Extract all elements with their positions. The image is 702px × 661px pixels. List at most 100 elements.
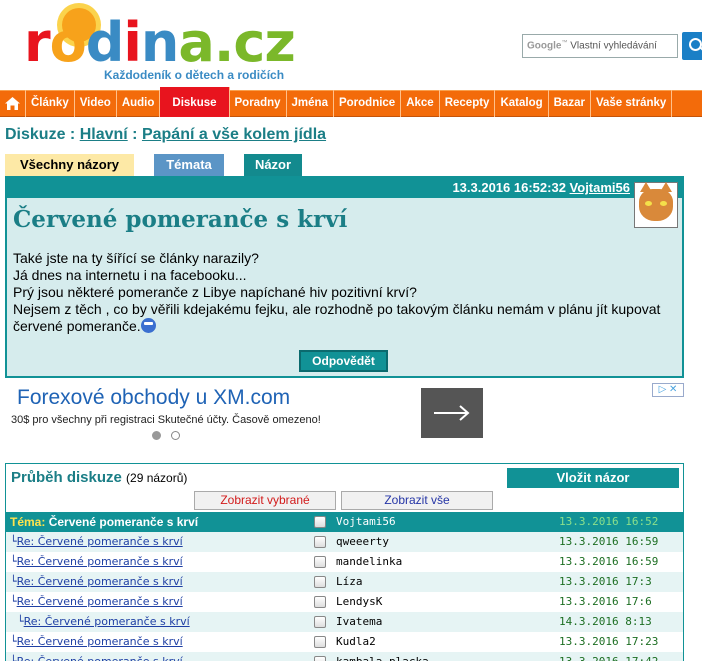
nav-item-akce[interactable]: Akce [401,90,440,117]
smiley-icon [140,318,156,333]
thread-line: └ [10,635,17,648]
reply-link[interactable]: Re: Červené pomeranče s krví [17,555,183,568]
nav-item-recepty[interactable]: Recepty [440,90,496,117]
site-tagline: Každodeník o dětech a rodičích [104,68,285,82]
post-line: Prý jsou některé pomeranče z Libye napíc… [13,284,417,300]
nav-item-video[interactable]: Video [75,90,117,117]
reply-link[interactable]: Re: Červené pomeranče s krví [17,575,183,588]
ad-subtitle: 30$ pro všechny při registraci Skutečné … [11,414,321,426]
nav-item-bazar[interactable]: Bazar [549,90,591,117]
show-all-button[interactable]: Zobrazit vše [341,491,493,510]
ad-arrow-button[interactable] [421,388,483,438]
tab-opinion[interactable]: Názor [244,154,302,176]
topic-date: 13.3.2016 16:52 [559,515,659,528]
select-checkbox[interactable] [314,596,326,608]
select-checkbox[interactable] [314,656,326,661]
discussion-list: Téma: Červené pomeranče s krví Vojtami56… [6,512,683,661]
reply-author: kambala placka [336,655,429,661]
post-header: 13.3.2016 16:52:32 Vojtami56 [7,178,682,198]
breadcrumb-link-main[interactable]: Hlavní [80,126,128,143]
thread-line: └ [10,655,17,661]
advertisement[interactable]: Forexové obchody u XM.com 30$ pro všechn… [5,383,684,445]
thread-line: └ [10,535,17,548]
carousel-dot[interactable] [171,431,180,440]
reply-date: 13.3.2016 17:42 [559,655,658,661]
thread-line: └ [10,575,17,588]
thread-line: └ [10,615,24,628]
post-line: Já dnes na internetu i na facebooku... [13,267,247,283]
breadcrumb-prefix: Diskuze : [5,126,76,143]
reply-link[interactable]: Re: Červené pomeranče s krví [24,615,190,628]
thread-line: └ [10,595,17,608]
tab-all-opinions[interactable]: Všechny názory [5,154,134,176]
select-checkbox[interactable] [314,576,326,588]
reply-link[interactable]: Re: Červené pomeranče s krví [17,535,183,548]
search-input[interactable]: Google™ Vlastní vyhledávání [522,34,678,58]
reply-author: Kudla2 [336,635,376,648]
nav-item-poradny[interactable]: Poradny [230,90,287,117]
table-row: └Re: Červené pomeranče s krví qweeerty 13.… [6,532,683,552]
ad-choices-icon[interactable]: ▷ ✕ [652,383,684,397]
reply-link[interactable]: Re: Červené pomeranče s krví [17,635,183,648]
site-logo[interactable]: rodina.cz Každodeník o dětech a rodičích [24,8,324,86]
search-placeholder: Vlastní vyhledávání [570,40,657,52]
search-button[interactable] [682,32,702,60]
table-row: └Re: Červené pomeranče s krví mandelinka 1… [6,552,683,572]
nav-item-vaše-stránky[interactable]: Vaše stránky [591,90,673,117]
select-checkbox[interactable] [314,556,326,568]
cat-avatar-icon [639,182,673,221]
show-selected-button[interactable]: Zobrazit vybrané [194,491,336,510]
reply-date: 13.3.2016 16:59 [559,555,659,568]
reply-date: 14.3.2016 8:13 [559,615,652,628]
reply-link[interactable]: Re: Červené pomeranče s krví [17,595,183,608]
nav-item-články[interactable]: Články [26,90,75,117]
table-row: └Re: Červené pomeranče s krví Ivatema 14.3… [6,612,683,632]
topic-author: Vojtami56 [336,515,396,528]
site-header: rodina.cz Každodeník o dětech a rodičích… [0,0,702,90]
reply-date: 13.3.2016 17:23 [559,635,659,648]
nav-item-porodnice[interactable]: Porodnice [334,90,402,117]
reply-date: 13.3.2016 17:6 [559,595,652,608]
avatar[interactable] [634,182,678,228]
nav-item-jména[interactable]: Jména [287,90,334,117]
post-box: 13.3.2016 16:52:32 Vojtami56 Červené pom… [5,176,684,378]
reply-author: qweeerty [336,535,389,548]
reply-button[interactable]: Odpovědět [299,350,388,372]
tab-topics[interactable]: Témata [154,154,224,176]
post-author-link[interactable]: Vojtami56 [570,180,630,195]
add-opinion-button[interactable]: Vložit názor [507,468,679,488]
reply-link[interactable]: Re: Červené pomeranče s krví [17,655,183,661]
carousel-dot-active[interactable] [152,431,161,440]
topic-checkbox[interactable] [314,516,326,528]
home-icon[interactable] [0,90,26,117]
topic-label: Téma: [10,515,46,529]
thread-line: └ [10,555,17,568]
select-checkbox[interactable] [314,636,326,648]
nav-item-diskuse[interactable]: Diskuse [160,87,230,117]
select-checkbox[interactable] [314,536,326,548]
reply-author: Líza [336,575,363,588]
arrow-right-icon [434,405,470,421]
post-line: Nejsem z těch , co by věřili kdejakému f… [13,301,661,334]
select-checkbox[interactable] [314,616,326,628]
discussion-panel: Průběh diskuze (29 názorů) Vložit názor … [5,463,684,661]
discussion-count: (29 názorů) [126,471,188,485]
post-line: Také jste na ty šířící se články narazil… [13,250,259,266]
post-title: Červené pomeranče s krví [13,206,348,233]
breadcrumb: Diskuze : Hlavní : Papání a vše kolem jí… [5,126,326,144]
nav-item-audio[interactable]: Audio [117,90,161,117]
breadcrumb-separator: : [132,126,138,143]
nav-item-katalog[interactable]: Katalog [495,90,549,117]
table-row: └Re: Červené pomeranče s krví kambala pla… [6,652,683,661]
reply-date: 13.3.2016 17:3 [559,575,652,588]
logo-letter: o [49,11,87,74]
search-brand: Google [527,40,562,52]
topic-row: Téma: Červené pomeranče s krví Vojtami56… [6,512,683,532]
table-row: └Re: Červené pomeranče s krví Líza 13.3.20… [6,572,683,592]
reply-author: LendysK [336,595,383,608]
topic-subject[interactable]: Červené pomeranče s krví [49,515,198,529]
breadcrumb-link-category[interactable]: Papání a vše kolem jídla [142,126,326,143]
post-datetime: 13.3.2016 16:52:32 [452,180,566,195]
table-row: └Re: Červené pomeranče s krví LendysK 13.3… [6,592,683,612]
ad-title[interactable]: Forexové obchody u XM.com [17,386,290,410]
